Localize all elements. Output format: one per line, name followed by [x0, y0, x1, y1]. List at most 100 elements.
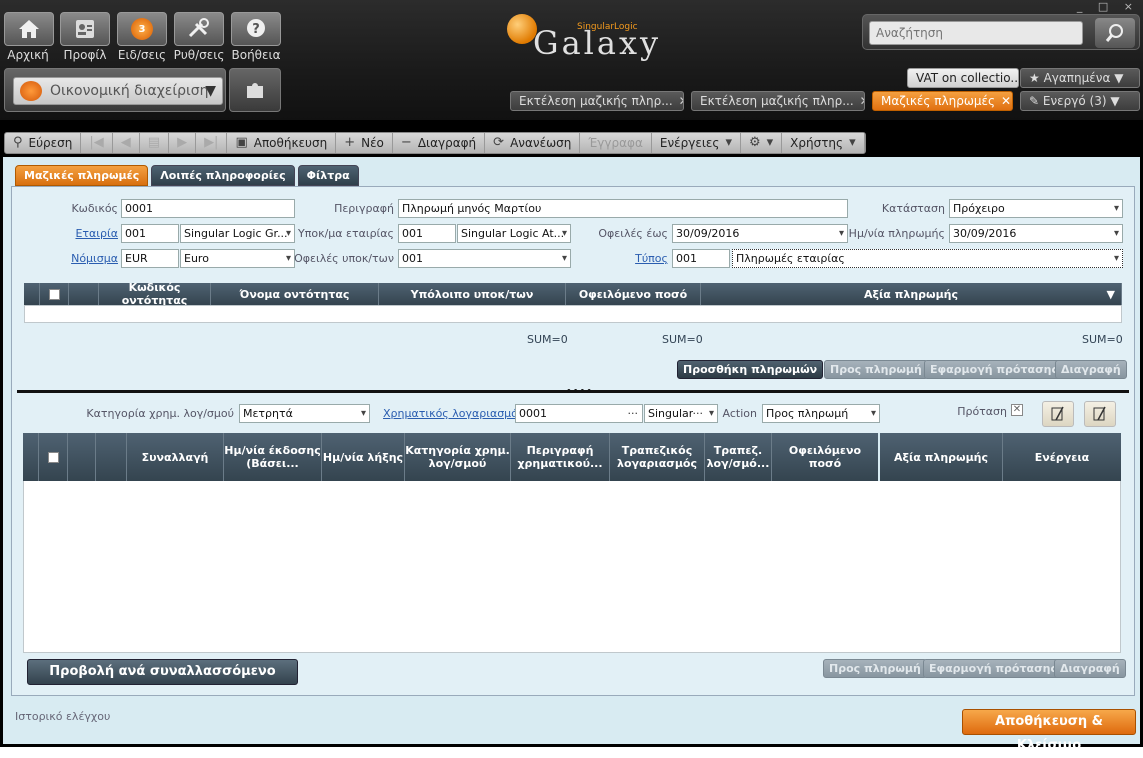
- branch-name-dropdown[interactable]: Singular Logic At...: [457, 224, 571, 243]
- money-account-name: Singular: [648, 407, 694, 420]
- col-branch-balance[interactable]: Υπόλοιπο υποκ/των: [379, 283, 566, 305]
- company-name-dropdown[interactable]: Singular Logic Gr...: [180, 224, 295, 243]
- search-input[interactable]: [869, 21, 1083, 45]
- action-label: Action: [722, 407, 757, 420]
- delete-rows-button-2[interactable]: Διαγραφή: [1054, 659, 1126, 678]
- money-account-name-dropdown[interactable]: Singular ···: [644, 404, 718, 423]
- money-account-field[interactable]: 0001 ···: [515, 404, 643, 423]
- save-and-close-button[interactable]: Αποθήκευση & Κλείσιμο: [962, 709, 1136, 753]
- prev-record-button[interactable]: ◀: [113, 133, 140, 153]
- select-all-cell[interactable]: [40, 283, 69, 305]
- to-payment-button[interactable]: Προς πληρωμή: [824, 360, 928, 379]
- proposal-checkbox[interactable]: ✕: [1011, 404, 1023, 416]
- col-issue-date[interactable]: Ημ/νία έκδοσης (Βάσει...: [224, 433, 322, 481]
- close-icon[interactable]: ✕: [860, 94, 864, 108]
- unmark-button[interactable]: [1084, 401, 1116, 427]
- select-all-checkbox[interactable]: [48, 288, 60, 300]
- col-entity-code[interactable]: Κωδικός οντότητας: [99, 281, 211, 307]
- new-button[interactable]: + Νέο: [336, 133, 393, 153]
- tab-vat[interactable]: VAT on collectio...: [907, 68, 1019, 88]
- col-entity-name[interactable]: Όνομα οντότητας: [211, 283, 379, 305]
- select-all-cell[interactable]: [39, 433, 68, 481]
- col-payment-value[interactable]: Αξία πληρωμής ▼: [701, 283, 1122, 305]
- company-label[interactable]: Εταιρία: [52, 227, 118, 240]
- row-indicator-col: [24, 283, 40, 305]
- add-payments-button[interactable]: Προσθήκη πληρωμών: [677, 360, 824, 379]
- window-controls[interactable]: _ □ ×: [1077, 0, 1139, 13]
- tab-filters[interactable]: Φίλτρα: [297, 165, 359, 186]
- company-code-field[interactable]: 001: [121, 224, 179, 243]
- settings-button[interactable]: [174, 12, 224, 46]
- ellipsis-icon[interactable]: ···: [628, 405, 639, 422]
- type-name-dropdown[interactable]: Πληρωμές εταιρίας: [732, 249, 1123, 268]
- type-label[interactable]: Τύπος: [582, 252, 668, 265]
- users-dropdown[interactable]: Χρήστης ▾: [782, 133, 865, 153]
- description-label: Περιγραφή: [334, 202, 394, 215]
- mark-button[interactable]: [1042, 401, 1074, 427]
- close-icon[interactable]: ✕: [679, 94, 683, 108]
- help-button[interactable]: ?: [231, 12, 281, 46]
- home-label: Αρχική: [7, 48, 49, 62]
- apply-proposal-button-2[interactable]: Εφαρμογή πρότασης: [923, 659, 1063, 678]
- tab-mass-payment-exec-2[interactable]: Εκτέλεση μαζικής πληρ... ✕: [691, 91, 865, 111]
- col-due-date[interactable]: Ημ/νία λήξης: [322, 433, 405, 481]
- first-record-button[interactable]: |◀: [81, 133, 113, 153]
- notifications-button[interactable]: 3: [117, 12, 167, 46]
- tab-mass-payments[interactable]: Μαζικές πληρωμές ✕: [872, 91, 1013, 111]
- active-windows-dropdown[interactable]: ✎ Ενεργό (3) ▼: [1020, 91, 1140, 111]
- col-money-description[interactable]: Περιγραφή χρηματικού...: [511, 433, 610, 481]
- top-bar: _ □ × Αρχική Προφίλ 3 Ειδ/σεις Ρυθ/σεις …: [0, 0, 1143, 120]
- profile-button[interactable]: [60, 12, 110, 46]
- col-due-amount[interactable]: Οφειλόμενο ποσό: [566, 283, 701, 305]
- col-money-category[interactable]: Κατηγορία χρημ. λογ/σμού: [405, 433, 511, 481]
- money-account-label[interactable]: Χρηματικός λογαριασμός: [383, 407, 524, 420]
- money-account-category-dropdown[interactable]: Μετρητά: [239, 404, 370, 423]
- col-bank-account[interactable]: Τραπεζικός λογαριασμός: [610, 433, 705, 481]
- ellipsis-icon[interactable]: ···: [692, 405, 703, 422]
- refresh-button[interactable]: ⟳ Ανανέωση: [485, 133, 581, 153]
- audit-history-link[interactable]: Ιστορικό ελέγχου: [15, 710, 110, 723]
- due-to-date[interactable]: 30/09/2016: [672, 224, 848, 243]
- select-all-checkbox[interactable]: [47, 451, 59, 463]
- description-field[interactable]: Πληρωμή μηνός Μαρτίου: [398, 199, 848, 218]
- config-dropdown[interactable]: ⚙ ▾: [741, 133, 783, 153]
- close-icon[interactable]: ✕: [1001, 94, 1011, 108]
- last-record-button[interactable]: ▶|: [196, 133, 228, 153]
- save-button[interactable]: ▣ Αποθήκευση: [227, 133, 337, 153]
- col-action[interactable]: Ενέργεια: [1003, 433, 1121, 481]
- to-payment-button-2[interactable]: Προς πληρωμή: [823, 659, 927, 678]
- delete-button[interactable]: − Διαγραφή: [393, 133, 486, 153]
- plugins-button[interactable]: [229, 68, 281, 112]
- col-payment-value[interactable]: Αξία πληρωμής: [880, 433, 1003, 481]
- col-bank-account-short[interactable]: Τραπεζ. λογ/σμό...: [705, 433, 772, 481]
- next-record-button[interactable]: ▶: [169, 133, 197, 153]
- branch-due-dropdown[interactable]: 001: [398, 249, 571, 268]
- currency-name-dropdown[interactable]: Euro: [180, 249, 295, 268]
- module-selector[interactable]: Οικονομική διαχείριση ▼: [4, 68, 226, 112]
- tab-other-info[interactable]: Λοιπές πληροφορίες: [151, 165, 295, 186]
- favorites-button[interactable]: ★ Αγαπημένα ▼: [1020, 68, 1140, 88]
- record-list-button[interactable]: ▤: [140, 133, 170, 153]
- delete-rows-button[interactable]: Διαγραφή: [1055, 360, 1127, 379]
- payment-date[interactable]: 30/09/2016: [949, 224, 1123, 243]
- code-field[interactable]: 0001: [121, 199, 295, 218]
- col-transaction[interactable]: Συναλλαγή: [127, 433, 224, 481]
- home-button[interactable]: [4, 12, 54, 46]
- currency-code-field[interactable]: EUR: [121, 249, 179, 268]
- currency-label[interactable]: Νόμισμα: [52, 252, 118, 265]
- status-dropdown[interactable]: Πρόχειρο: [949, 199, 1123, 218]
- documents-button[interactable]: Έγγραφα: [580, 133, 652, 153]
- find-button[interactable]: ⚲ Εύρεση: [5, 133, 82, 153]
- tab-mass-payment-exec-1[interactable]: Εκτέλεση μαζικής πληρ... ✕: [510, 91, 684, 111]
- actions-dropdown[interactable]: Ενέργειες ▾: [652, 133, 741, 153]
- splitter-grip[interactable]: ••••: [566, 387, 593, 397]
- search-button[interactable]: [1095, 18, 1135, 48]
- col-due-amount[interactable]: Οφειλόμενο ποσό: [772, 433, 880, 481]
- filter-arrow-icon[interactable]: ▼: [1107, 288, 1115, 301]
- type-code-field[interactable]: 001: [672, 249, 730, 268]
- branch-code-field[interactable]: 001: [398, 224, 456, 243]
- tab-mass-payments[interactable]: Μαζικές πληρωμές: [15, 165, 149, 186]
- view-by-counterparty-button[interactable]: Προβολή ανά συναλλασσόμενο: [27, 659, 298, 685]
- apply-proposal-button[interactable]: Εφαρμογή πρότασης: [924, 360, 1064, 379]
- action-dropdown[interactable]: Προς πληρωμή: [762, 404, 880, 423]
